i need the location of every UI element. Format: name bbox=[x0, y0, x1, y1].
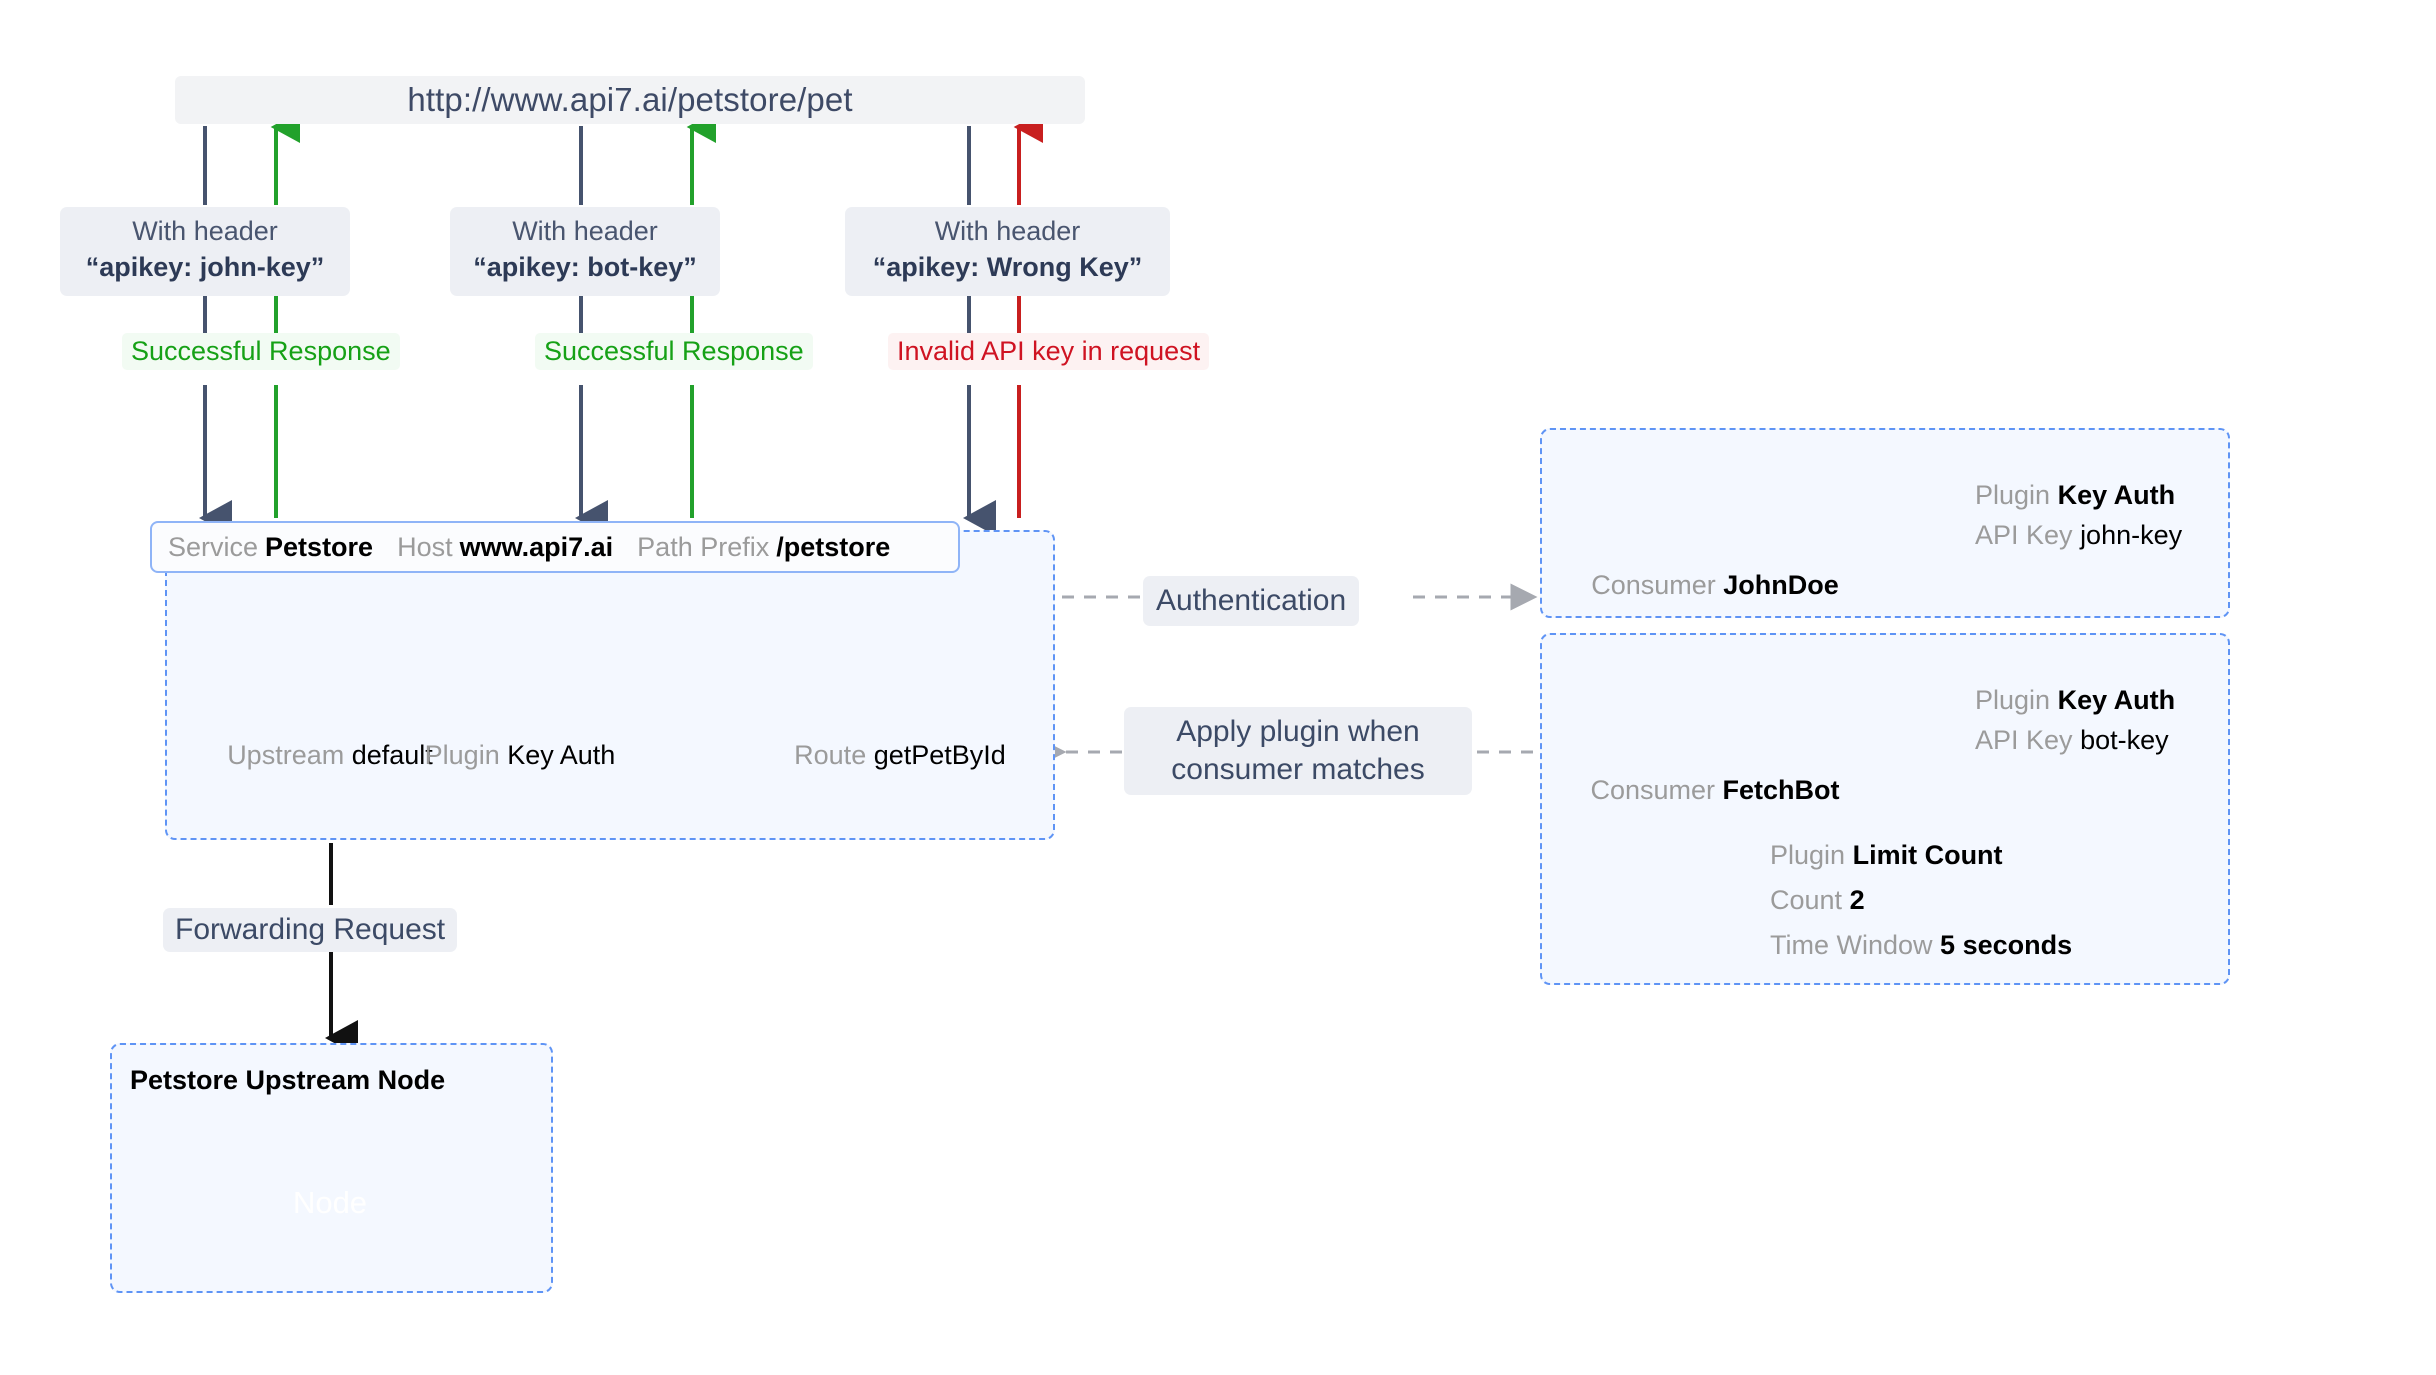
service-path-prefix-pair: Path Prefix /petstore bbox=[637, 532, 890, 563]
plugin-row: Time Window 5 seconds bbox=[1770, 930, 2072, 961]
consumer-plugin-keyauth-1[interactable]: Plugin Key Auth API Key john-key bbox=[1975, 480, 2182, 551]
consumer-key-2: Consumer bbox=[1590, 775, 1716, 805]
plugin-row-key: Plugin bbox=[1975, 480, 2051, 510]
header-chip-line2: “apikey: john-key” bbox=[85, 251, 325, 282]
plugin-row-key: Plugin bbox=[1770, 840, 1846, 870]
service-panel bbox=[165, 530, 1055, 840]
plugin-row: Count 2 bbox=[1770, 885, 2072, 916]
header-chip-line2: “apikey: Wrong Key” bbox=[872, 251, 1143, 282]
plugin-row-key: Plugin bbox=[1975, 685, 2051, 715]
plugin-row-key: Time Window bbox=[1770, 930, 1933, 960]
route-caption-value: getPetById bbox=[873, 740, 1006, 770]
plugin-row-value: Key Auth bbox=[2057, 685, 2176, 715]
plugin-row-value: 2 bbox=[1849, 885, 1865, 915]
service-path-prefix-value: /petstore bbox=[776, 531, 891, 562]
header-chip-line2: “apikey: bot-key” bbox=[473, 251, 697, 282]
consumer-value-2: FetchBot bbox=[1722, 775, 1840, 805]
header-chip-line1: With header bbox=[934, 216, 1081, 246]
response-label-wrong: Invalid API key in request bbox=[888, 333, 1210, 370]
node-hexagon: Node bbox=[265, 1130, 395, 1276]
plugin-row-value: Key Auth bbox=[2057, 480, 2176, 510]
service-item-plugin[interactable]: Plugin Key Auth bbox=[390, 740, 650, 771]
request-header-chip-wrong: With header “apikey: Wrong Key” bbox=[845, 207, 1170, 297]
consumer-plugin-limitcount[interactable]: Plugin Limit Count Count 2 Time Window 5… bbox=[1770, 840, 2072, 961]
plugin-caption-value: Key Auth bbox=[507, 740, 616, 770]
plugin-row-key: Count bbox=[1770, 885, 1843, 915]
consumer-value-1: JohnDoe bbox=[1723, 570, 1839, 600]
plugin-lines-1: Plugin Key Auth API Key john-key bbox=[1975, 480, 2182, 551]
service-host-key: Host bbox=[397, 531, 453, 562]
service-path-prefix-key: Path Prefix bbox=[637, 531, 770, 562]
service-name-key: Service bbox=[168, 531, 259, 562]
plugin-row: Plugin Key Auth bbox=[1975, 480, 2182, 511]
apply-plugin-line2: consumer matches bbox=[1171, 752, 1425, 786]
request-url-text: http://www.api7.ai/petstore/pet bbox=[407, 81, 853, 118]
consumer-caption-text: Consumer JohnDoe bbox=[1560, 570, 1870, 601]
upstream-node-title: Petstore Upstream Node bbox=[130, 1065, 446, 1095]
plugin-row-key: API Key bbox=[1975, 520, 2073, 550]
plugin-caption: Plugin Key Auth bbox=[390, 740, 650, 771]
service-name-pair: Service Petstore bbox=[168, 532, 373, 563]
route-caption-key: Route bbox=[794, 740, 867, 770]
service-summary-bar[interactable]: Service Petstore Host www.api7.ai Path P… bbox=[150, 521, 960, 573]
consumer-key-1: Consumer bbox=[1591, 570, 1716, 600]
consumer-caption-fetchbot: Consumer FetchBot bbox=[1560, 775, 1870, 806]
authentication-label: Authentication bbox=[1143, 576, 1360, 626]
request-header-chip-bot: With header “apikey: bot-key” bbox=[450, 207, 720, 297]
service-item-route[interactable]: Route getPetById bbox=[770, 740, 1030, 771]
consumer-plugin-keyauth-2[interactable]: Plugin Key Auth API Key bot-key bbox=[1975, 685, 2175, 756]
response-label-bot: Successful Response bbox=[535, 333, 813, 370]
upstream-caption-key: Upstream bbox=[227, 740, 345, 770]
apply-plugin-line1: Apply plugin when bbox=[1176, 715, 1420, 748]
apply-plugin-label: Apply plugin when consumer matches bbox=[1124, 707, 1472, 795]
plugin-row-value: bot-key bbox=[2080, 725, 2169, 755]
request-url-banner: http://www.api7.ai/petstore/pet bbox=[175, 76, 1085, 124]
plugin-lines-3: Plugin Limit Count Count 2 Time Window 5… bbox=[1770, 840, 2072, 961]
plugin-caption-key: Plugin bbox=[424, 740, 500, 770]
plugin-row-value: john-key bbox=[2080, 520, 2183, 550]
plugin-row-key: API Key bbox=[1975, 725, 2073, 755]
header-chip-line1: With header bbox=[132, 216, 278, 246]
route-caption: Route getPetById bbox=[770, 740, 1030, 771]
node-hexagon-label: Node bbox=[292, 1185, 368, 1220]
forwarding-request-label: Forwarding Request bbox=[163, 908, 458, 952]
diagram-canvas: http://www.api7.ai/petstore/pet With hea… bbox=[0, 0, 2436, 1375]
consumer-caption-text: Consumer FetchBot bbox=[1560, 775, 1870, 806]
response-label-john: Successful Response bbox=[122, 333, 400, 370]
service-host-pair: Host www.api7.ai bbox=[397, 532, 613, 563]
plugin-row-value: Limit Count bbox=[1852, 840, 2003, 870]
header-chip-line1: With header bbox=[512, 216, 658, 246]
plugin-row: Plugin Key Auth bbox=[1975, 685, 2175, 716]
service-name-value: Petstore bbox=[265, 531, 374, 562]
plugin-row: API Key bot-key bbox=[1975, 725, 2175, 756]
consumer-caption-johndoe: Consumer JohnDoe bbox=[1560, 570, 1870, 601]
request-header-chip-john: With header “apikey: john-key” bbox=[60, 207, 350, 297]
service-host-value: www.api7.ai bbox=[459, 531, 614, 562]
plugin-row: Plugin Limit Count bbox=[1770, 840, 2072, 871]
plugin-row-value: 5 seconds bbox=[1940, 930, 2073, 960]
plugin-row: API Key john-key bbox=[1975, 520, 2182, 551]
plugin-lines-2: Plugin Key Auth API Key bot-key bbox=[1975, 685, 2175, 756]
